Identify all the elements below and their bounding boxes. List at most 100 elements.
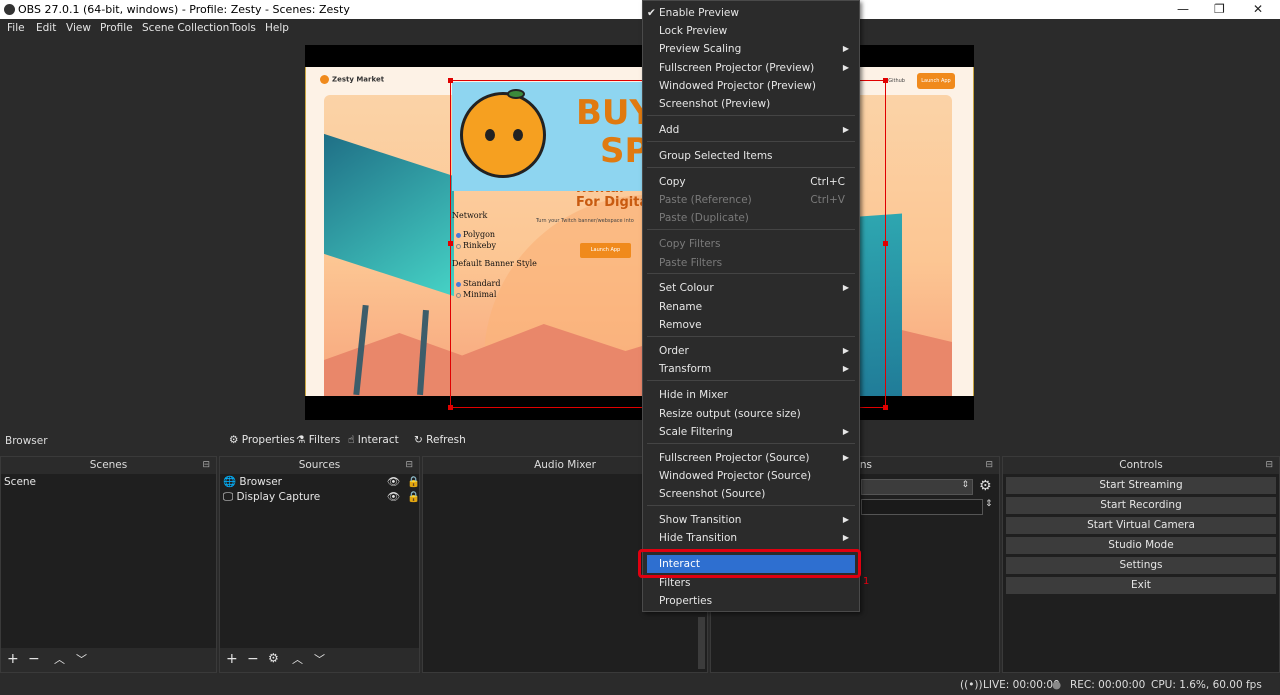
menu-item-windowed-projector-source[interactable]: Windowed Projector (Source) (643, 467, 859, 485)
refresh-button[interactable]: ↻ Refresh (414, 434, 466, 446)
lock-icon[interactable]: 🔒 (407, 475, 420, 490)
source-item-browser[interactable]: 🌐 Browser 👁 🔒 (220, 475, 420, 490)
exit-button[interactable]: Exit (1006, 577, 1276, 594)
gear-icon[interactable]: ⚙ (268, 651, 279, 665)
resize-handle[interactable] (883, 241, 888, 246)
menu-item-windowed-projector-preview[interactable]: Windowed Projector (Preview) (643, 77, 859, 95)
studio-mode-button[interactable]: Studio Mode (1006, 537, 1276, 554)
scene-item[interactable]: Scene (1, 475, 216, 490)
menu-item-order[interactable]: Order ▶ (643, 342, 859, 360)
menu-scene-collection[interactable]: Scene Collection (142, 22, 229, 34)
hand-icon: ☝ (348, 434, 355, 446)
selected-source-label: Browser (5, 435, 48, 447)
menu-profile[interactable]: Profile (100, 22, 133, 34)
menu-item-label: Hide in Mixer (659, 389, 728, 401)
menu-item-remove[interactable]: Remove (643, 316, 859, 334)
menu-help[interactable]: Help (265, 22, 289, 34)
controls-header: Controls ⊟ (1003, 457, 1279, 474)
menu-edit[interactable]: Edit (36, 22, 56, 34)
menu-item-group-selected-items[interactable]: Group Selected Items (643, 147, 859, 165)
monitor-icon: 🖵 (223, 491, 234, 503)
resize-handle[interactable] (883, 78, 888, 83)
close-button[interactable]: ✕ (1253, 2, 1263, 16)
filters-button[interactable]: ⚗ Filters (296, 434, 340, 446)
menu-item-label: Screenshot (Source) (659, 488, 766, 500)
menu-bar: File Edit View Profile Scene Collection … (0, 19, 1280, 38)
menu-tools[interactable]: Tools (230, 22, 256, 34)
menu-item-enable-preview[interactable]: ✔ Enable Preview (643, 4, 859, 22)
start-recording-button[interactable]: Start Recording (1006, 497, 1276, 514)
add-icon[interactable]: + (7, 651, 19, 667)
start-streaming-button[interactable]: Start Streaming (1006, 477, 1276, 494)
interact-button[interactable]: ☝ Interact (348, 434, 399, 446)
properties-button[interactable]: ⚙ Properties (229, 434, 295, 446)
submenu-arrow-icon: ▶ (842, 533, 849, 542)
resize-handle[interactable] (448, 241, 453, 246)
move-down-icon[interactable]: ﹀ (76, 651, 87, 667)
highlight-annotation-box (638, 549, 861, 578)
menu-item-preview-scaling[interactable]: Preview Scaling ▶ (643, 40, 859, 58)
eye-icon[interactable]: 👁 (387, 490, 400, 505)
menu-item-copy[interactable]: Copy Ctrl+C (643, 173, 859, 191)
add-icon[interactable]: + (226, 651, 238, 667)
move-up-icon[interactable]: ︿ (292, 651, 303, 667)
menu-item-fullscreen-projector-source[interactable]: Fullscreen Projector (Source) ▶ (643, 449, 859, 467)
gear-icon: ⚙ (229, 434, 239, 446)
menu-view[interactable]: View (66, 22, 91, 34)
menu-item-scale-filtering[interactable]: Scale Filtering ▶ (643, 423, 859, 441)
start-virtual-camera-button[interactable]: Start Virtual Camera (1006, 517, 1276, 534)
undock-icon[interactable]: ⊟ (985, 457, 993, 474)
menu-item-label: Screenshot (Preview) (659, 98, 771, 110)
scrollbar[interactable] (698, 617, 705, 669)
undock-icon[interactable]: ⊟ (1265, 457, 1273, 474)
menu-item-label: Windowed Projector (Preview) (659, 80, 816, 92)
source-item-display-capture[interactable]: 🖵 Display Capture 👁 🔒 (220, 490, 420, 505)
menu-file[interactable]: File (7, 22, 25, 34)
record-dot-icon: ● (1052, 679, 1062, 691)
submenu-arrow-icon: ▶ (842, 63, 849, 72)
status-bar: ((•)) LIVE: 00:00:00 ● REC: 00:00:00 CPU… (0, 675, 1280, 695)
menu-item-label: Transform (659, 363, 712, 375)
menu-item-label: Remove (659, 319, 702, 331)
settings-button[interactable]: Settings (1006, 557, 1276, 574)
menu-item-label: Paste (Reference) (659, 194, 752, 206)
menu-item-properties[interactable]: Properties (643, 592, 859, 610)
spinner-icon[interactable]: ⇕ (985, 499, 993, 509)
submenu-arrow-icon: ▶ (842, 427, 849, 436)
gear-icon[interactable]: ⚙ (979, 478, 992, 494)
menu-separator (647, 115, 855, 116)
remove-icon[interactable]: − (28, 651, 40, 667)
move-down-icon[interactable]: ﹀ (314, 651, 325, 667)
minimize-button[interactable]: — (1177, 2, 1189, 16)
menu-item-screenshot-source[interactable]: Screenshot (Source) (643, 485, 859, 503)
resize-handle[interactable] (448, 78, 453, 83)
menu-item-hide-in-mixer[interactable]: Hide in Mixer (643, 386, 859, 404)
resize-handle[interactable] (883, 405, 888, 410)
move-up-icon[interactable]: ︿ (54, 651, 65, 667)
menu-item-set-colour[interactable]: Set Colour ▶ (643, 279, 859, 297)
resize-handle[interactable] (448, 405, 453, 410)
eye-icon[interactable]: 👁 (387, 475, 400, 490)
title-bar: OBS 27.0.1 (64-bit, windows) - Profile: … (0, 0, 1280, 19)
menu-item-fullscreen-projector-preview[interactable]: Fullscreen Projector (Preview) ▶ (643, 59, 859, 77)
duration-field[interactable] (861, 499, 983, 515)
undock-icon[interactable]: ⊟ (202, 457, 210, 474)
remove-icon[interactable]: − (247, 651, 259, 667)
undock-icon[interactable]: ⊟ (405, 457, 413, 474)
maximize-button[interactable]: ❐ (1214, 2, 1225, 16)
lock-icon[interactable]: 🔒 (407, 490, 420, 505)
menu-item-add[interactable]: Add ▶ (643, 121, 859, 139)
menu-item-transform[interactable]: Transform ▶ (643, 360, 859, 378)
menu-item-rename[interactable]: Rename (643, 298, 859, 316)
menu-item-hide-transition[interactable]: Hide Transition ▶ (643, 529, 859, 547)
menu-item-lock-preview[interactable]: Lock Preview (643, 22, 859, 40)
filter-icon: ⚗ (296, 434, 306, 446)
menu-item-resize-output-source-size[interactable]: Resize output (source size) (643, 405, 859, 423)
menu-item-show-transition[interactable]: Show Transition ▶ (643, 511, 859, 529)
scenes-footer: + − ︿ ﹀ (1, 648, 216, 672)
menu-item-label: Properties (659, 595, 713, 607)
transition-select[interactable]: ⇕ (861, 479, 973, 495)
menu-item-screenshot-preview[interactable]: Screenshot (Preview) (643, 95, 859, 113)
globe-icon: 🌐 (223, 476, 237, 488)
menu-item-label: Rename (659, 301, 703, 313)
